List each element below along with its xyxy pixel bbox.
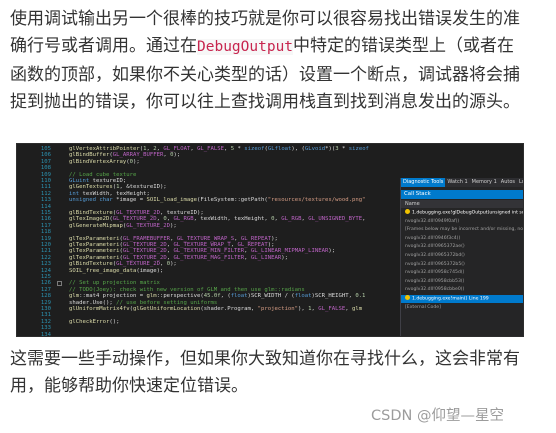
debug-tab[interactable]: Locals xyxy=(517,178,523,187)
call-stack-row[interactable]: nvoglv32.dll!0946f3c4() xyxy=(401,235,523,243)
call-stack-row[interactable]: 1.debugging.exe!glDebugOutput(unsigned i… xyxy=(401,209,524,217)
debug-tab[interactable]: Autos xyxy=(499,178,517,187)
debug-tabs: Diagnostic ToolsWatch 1Memory 1AutosLoca… xyxy=(401,178,523,187)
call-stack-row[interactable]: nvoglv32.dll!0958c745d() xyxy=(401,269,523,277)
debug-tab[interactable]: Watch 1 xyxy=(445,178,469,187)
call-stack-row[interactable]: 1.debugging.exe!main() Line 199 xyxy=(401,295,523,303)
line-number: 134 xyxy=(40,331,51,337)
call-stack-row[interactable]: nvoglv32.dll!0965372ae() xyxy=(401,243,523,251)
call-stack-row[interactable]: nvoglv32.dll!0949f0af() xyxy=(401,218,523,226)
call-stack-row-label: nvoglv32.dll!0965372b5() xyxy=(405,261,465,267)
current-frame-arrow-icon xyxy=(405,295,410,300)
call-stack-row[interactable]: [External Code] xyxy=(401,304,523,312)
call-stack-row-label: 1.debugging.exe!main() Line 199 xyxy=(412,296,489,302)
call-stack-row-label: [Frames below may be incorrect and/or mi… xyxy=(405,227,524,233)
csdn-watermark: CSDN @仰望—星空 xyxy=(371,408,504,424)
call-stack-row-label: nvoglv32.dll!0958c745d() xyxy=(405,270,465,276)
call-stack-name-header: Name xyxy=(401,200,523,208)
fold-marker-icon[interactable] xyxy=(57,281,62,287)
call-stack-row[interactable]: [Frames below may be incorrect and/or mi… xyxy=(401,226,524,234)
call-stack-panel: Diagnostic ToolsWatch 1Memory 1AutosLoca… xyxy=(400,178,524,336)
call-stack-row-label: nvoglv32.dll!0949f0af() xyxy=(405,218,460,224)
intro-paragraph: 使用调试输出另一个很棒的技巧就是你可以很容易找出错误发生的准确行号或者调用。通过… xyxy=(10,6,530,117)
call-stack-title: Call Stack xyxy=(401,190,523,199)
call-stack-row[interactable]: nvoglv32.dll!0958cbbe0() xyxy=(401,286,523,294)
call-stack-row-label: nvoglv32.dll!0965372bd() xyxy=(405,253,465,258)
inline-code-debugoutput: DebugOutput xyxy=(197,39,294,56)
call-stack-row[interactable]: nvoglv32.dll!0965372b5() xyxy=(401,261,523,269)
call-stack-row[interactable]: nvoglv32.dll!0965372bd() xyxy=(401,252,523,260)
closing-paragraph: 这需要一些手动操作，但如果你大致知道你在寻找什么，这会非常有用，能够帮助你快速定… xyxy=(10,349,520,397)
call-stack-row-label: nvoglv32.dll!0965372ae() xyxy=(405,244,465,250)
call-stack-row-label: nvoglv32.dll!0958cbb53() xyxy=(405,278,465,284)
call-stack-row[interactable]: nvoglv32.dll!0958cbb53() xyxy=(401,278,523,286)
call-stack-row-label: nvoglv32.dll!0946f3c4() xyxy=(405,235,461,241)
current-frame-arrow-icon xyxy=(405,209,410,214)
call-stack-row-label: [External Code] xyxy=(405,304,441,310)
debug-tab[interactable]: Memory 1 xyxy=(470,178,499,187)
debugger-screenshot: glVertexAttribPointer(1, 2, GL_FLOAT, GL… xyxy=(16,143,524,337)
debug-tab[interactable]: Diagnostic Tools xyxy=(401,178,446,187)
call-stack-row-label: nvoglv32.dll!0958cbbe0() xyxy=(405,287,465,293)
call-stack-row-label: 1.debugging.exe!glDebugOutput(unsigned i… xyxy=(412,210,524,216)
